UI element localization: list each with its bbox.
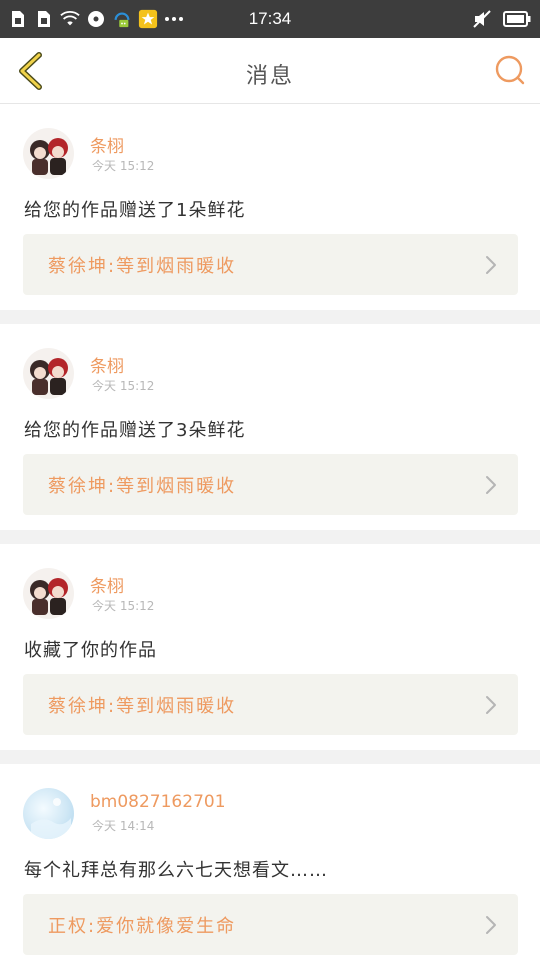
status-icons-right	[472, 9, 532, 29]
message-card: bm0827162701 今天 14:14 每个礼拜总有那么六七天想看文…… 正…	[0, 764, 540, 970]
referenced-work-title: 正权:爱你就像爱生命	[48, 915, 237, 937]
message-text: 给您的作品赠送了1朵鲜花	[24, 200, 246, 221]
message-card: 条栩 今天 15:12 给您的作品赠送了1朵鲜花 蔡徐坤:等到烟雨暖收	[0, 104, 540, 310]
search-button[interactable]	[492, 52, 528, 88]
referenced-work[interactable]: 蔡徐坤:等到烟雨暖收	[23, 454, 518, 515]
chevron-right-icon	[486, 696, 496, 714]
chevron-right-icon	[486, 916, 496, 934]
referenced-work[interactable]: 蔡徐坤:等到烟雨暖收	[23, 234, 518, 295]
avatar[interactable]	[23, 568, 74, 619]
message-time: 今天 14:14	[92, 819, 155, 833]
message-card: 条栩 今天 15:12 给您的作品赠送了3朵鲜花 蔡徐坤:等到烟雨暖收	[0, 324, 540, 530]
referenced-work-title: 蔡徐坤:等到烟雨暖收	[48, 255, 237, 277]
star-app-icon	[138, 9, 158, 29]
message-time: 今天 15:12	[92, 599, 155, 613]
mute-icon	[472, 9, 492, 29]
sim-icon	[8, 9, 28, 29]
message-text: 给您的作品赠送了3朵鲜花	[24, 420, 246, 441]
message-time: 今天 15:12	[92, 159, 155, 173]
sim2-icon	[34, 9, 54, 29]
avatar[interactable]	[23, 348, 74, 399]
message-list: 条栩 今天 15:12 给您的作品赠送了1朵鲜花 蔡徐坤:等到烟雨暖收 条栩 今…	[0, 104, 540, 970]
search-icon	[495, 55, 525, 85]
chat-app-icon	[112, 9, 132, 29]
referenced-work[interactable]: 正权:爱你就像爱生命	[23, 894, 518, 955]
user-name[interactable]: 条栩	[90, 132, 124, 157]
referenced-work-title: 蔡徐坤:等到烟雨暖收	[48, 475, 237, 497]
disc-icon	[86, 9, 106, 29]
more-dots-icon	[164, 9, 184, 29]
message-text: 每个礼拜总有那么六七天想看文……	[24, 860, 328, 881]
user-name[interactable]: bm0827162701	[90, 792, 226, 812]
avatar-illustration	[30, 578, 68, 615]
message-text: 收藏了你的作品	[24, 640, 157, 661]
status-icons-left	[8, 9, 184, 29]
user-name[interactable]: 条栩	[90, 352, 124, 377]
nav-bar: 消息	[0, 38, 540, 104]
referenced-work[interactable]: 蔡徐坤:等到烟雨暖收	[23, 674, 518, 735]
page-title: 消息	[245, 64, 294, 89]
avatar-illustration	[31, 798, 71, 839]
avatar[interactable]	[23, 128, 74, 179]
referenced-work-title: 蔡徐坤:等到烟雨暖收	[48, 695, 237, 717]
message-time: 今天 15:12	[92, 379, 155, 393]
avatar[interactable]	[23, 788, 74, 839]
chevron-right-icon	[486, 476, 496, 494]
status-bar: 17:34	[0, 0, 540, 38]
avatar-illustration	[30, 358, 68, 395]
avatar-illustration	[30, 138, 68, 175]
battery-icon	[502, 9, 532, 29]
user-name[interactable]: 条栩	[90, 572, 124, 597]
message-card: 条栩 今天 15:12 收藏了你的作品 蔡徐坤:等到烟雨暖收	[0, 544, 540, 750]
wifi-icon	[60, 9, 80, 29]
chevron-right-icon	[486, 256, 496, 274]
